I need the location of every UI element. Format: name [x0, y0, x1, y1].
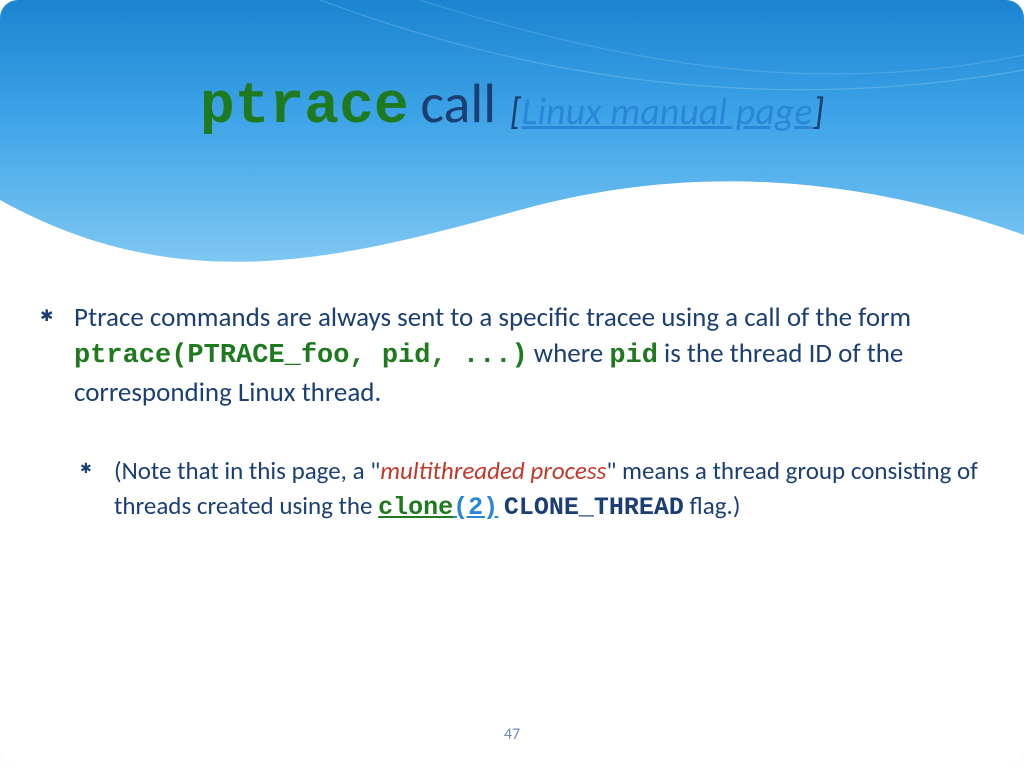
inline-code-pid: pid: [609, 341, 658, 371]
title-word: call: [420, 70, 496, 138]
bracket-open: [: [510, 89, 522, 135]
clone-link-name: clone: [378, 493, 453, 522]
page-number: 47: [0, 725, 1024, 744]
manual-page-link[interactable]: Linux manual page: [521, 89, 812, 135]
bracket-close: ]: [812, 89, 824, 135]
bullet-level-2: (Note that in this page, a "multithreade…: [80, 453, 984, 525]
inline-code-clone-thread: CLONE_THREAD: [504, 493, 684, 522]
header-wave-bg: [0, 0, 1024, 300]
slide-title: ptrace call [Linux manual page]: [0, 70, 1024, 140]
clone-link-section: (2): [453, 493, 498, 522]
bullet-level-1: Ptrace commands are always sent to a spe…: [40, 300, 984, 411]
emphasis-multithreaded: multithreaded process: [380, 455, 606, 486]
slide: ptrace call [Linux manual page] Ptrace c…: [0, 0, 1024, 768]
inline-code-ptrace-call: ptrace(PTRACE_foo, pid, ...): [74, 341, 528, 371]
body-text: (Note that in this page, a ": [114, 455, 380, 486]
slide-body: Ptrace commands are always sent to a spe…: [40, 300, 984, 525]
body-text: where: [528, 337, 610, 370]
body-text: Ptrace commands are always sent to a spe…: [74, 301, 911, 334]
body-text: flag.): [684, 490, 741, 521]
clone-link[interactable]: clone(2): [378, 493, 498, 522]
title-subtitle: [Linux manual page]: [510, 89, 824, 135]
title-code: ptrace: [200, 75, 409, 140]
